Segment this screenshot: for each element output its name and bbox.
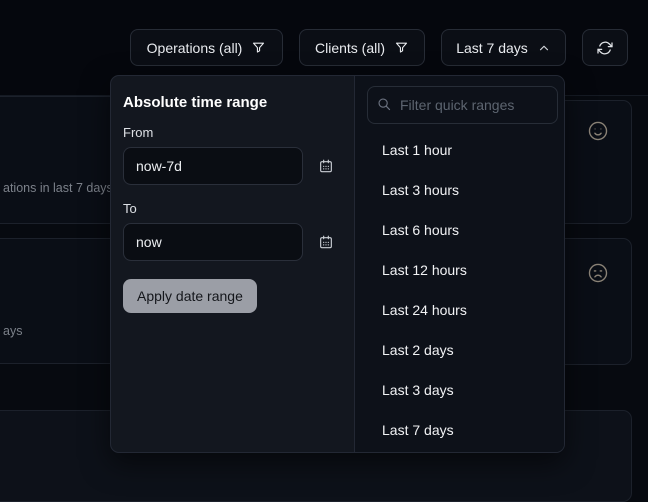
sad-face-icon: [587, 262, 609, 284]
quick-range-last-7-days[interactable]: Last 7 days: [367, 410, 558, 450]
from-label: From: [123, 125, 342, 140]
time-range-picker-popover: Absolute time range From To: [110, 75, 565, 453]
apply-date-range-button[interactable]: Apply date range: [123, 279, 257, 313]
calendar-icon: [318, 238, 334, 253]
operations-filter-button[interactable]: Operations (all): [130, 29, 283, 66]
to-calendar-button[interactable]: [318, 234, 334, 250]
operations-filter-label: Operations (all): [147, 40, 243, 56]
smiley-face-icon: [587, 120, 609, 142]
search-icon: [377, 97, 391, 111]
quick-ranges-section: Last 1 hour Last 3 hours Last 6 hours La…: [354, 76, 565, 452]
clients-filter-label: Clients (all): [315, 40, 385, 56]
from-input[interactable]: [123, 147, 303, 185]
funnel-icon: [394, 40, 409, 55]
quick-range-last-3-hours[interactable]: Last 3 hours: [367, 170, 558, 210]
quick-range-last-3-days[interactable]: Last 3 days: [367, 370, 558, 410]
to-input[interactable]: [123, 223, 303, 261]
from-calendar-button[interactable]: [318, 158, 334, 174]
stat-card-label: ays: [3, 324, 22, 338]
refresh-icon: [597, 40, 613, 56]
absolute-time-range-section: Absolute time range From To: [111, 76, 354, 452]
calendar-icon: [318, 162, 334, 177]
refresh-button[interactable]: [582, 29, 628, 66]
funnel-icon: [251, 40, 266, 55]
absolute-time-range-title: Absolute time range: [123, 94, 342, 111]
to-label: To: [123, 201, 342, 216]
quick-range-last-1-hour[interactable]: Last 1 hour: [367, 130, 558, 170]
quick-range-last-24-hours[interactable]: Last 24 hours: [367, 290, 558, 330]
stat-card-label: ations in last 7 days: [3, 181, 113, 195]
quick-range-last-12-hours[interactable]: Last 12 hours: [367, 250, 558, 290]
time-range-button[interactable]: Last 7 days: [441, 29, 566, 66]
quick-range-last-6-hours[interactable]: Last 6 hours: [367, 210, 558, 250]
filter-quick-ranges-input[interactable]: [367, 86, 558, 124]
chevron-up-icon: [537, 41, 551, 55]
clients-filter-button[interactable]: Clients (all): [299, 29, 425, 66]
quick-range-last-2-days[interactable]: Last 2 days: [367, 330, 558, 370]
time-range-label: Last 7 days: [456, 40, 528, 56]
